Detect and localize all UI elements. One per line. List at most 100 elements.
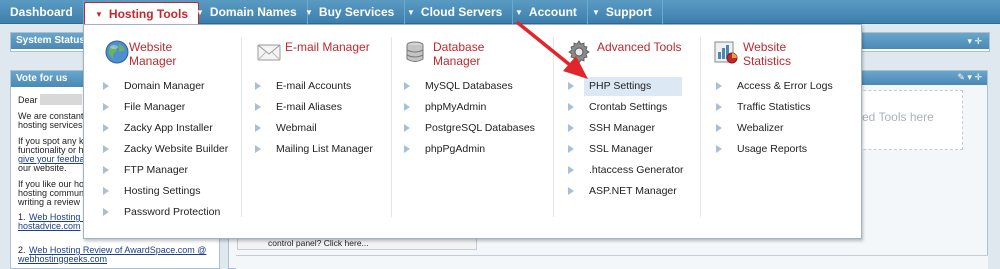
item-arrow-icon: [568, 124, 574, 132]
hosting-tools-dropdown: Website Manager Domain Manager File Mana…: [83, 24, 862, 239]
menu-item-domain-manager[interactable]: Domain Manager: [103, 77, 209, 96]
menu-item-mailing-list-manager[interactable]: Mailing List Manager: [255, 140, 377, 159]
column-divider: [700, 37, 701, 217]
review-line-3: writing a review: [18, 197, 81, 207]
item-arrow-icon: [716, 145, 722, 153]
website-manager-column: Website Manager Domain Manager File Mana…: [103, 25, 244, 240]
nav-domain-names-label: Domain Names: [209, 5, 297, 19]
system-status-title: System Status: [16, 35, 85, 46]
item-arrow-icon: [716, 103, 722, 111]
database-icon: [406, 41, 424, 62]
menu-item-webalizer[interactable]: Webalizer: [716, 119, 788, 138]
nav-domain-names[interactable]: ▼ Domain Names: [186, 0, 308, 24]
menu-item-label: Traffic Statistics: [737, 98, 815, 117]
email-manager-title: E-mail Manager: [285, 40, 370, 54]
item-arrow-icon: [568, 103, 574, 111]
item-arrow-icon: [404, 145, 410, 153]
menu-item-ssh-manager[interactable]: SSH Manager: [568, 119, 659, 138]
menu-item-email-accounts[interactable]: E-mail Accounts: [255, 77, 356, 96]
nav-buy-services-label: Buy Services: [318, 5, 395, 19]
item-arrow-icon: [568, 166, 574, 174]
dropdown-triangle-icon: ▼: [515, 8, 523, 17]
column-divider: [241, 37, 242, 217]
menu-item-ftp-manager[interactable]: FTP Manager: [103, 161, 192, 180]
menu-item-aspnet-manager[interactable]: ASP.NET Manager: [568, 182, 681, 201]
database-manager-title: Database Manager: [433, 40, 485, 68]
tools-dropzone-hint: ed Tools here: [862, 110, 934, 124]
menu-item-label: Zacky Website Builder: [124, 140, 233, 159]
menu-item-usage-reports[interactable]: Usage Reports: [716, 140, 812, 159]
menu-item-postgresql-databases[interactable]: PostgreSQL Databases: [404, 119, 539, 138]
nav-dashboard[interactable]: Dashboard: [0, 0, 84, 24]
column-divider: [391, 37, 392, 217]
redacted-username: [40, 94, 82, 105]
item-arrow-icon: [716, 82, 722, 90]
review-link-2-domain[interactable]: webhostinggeeks.com: [18, 254, 107, 264]
website-manager-title: Website Manager: [129, 40, 177, 68]
menu-item-label: FTP Manager: [124, 161, 192, 180]
menu-item-label: .htaccess Generator: [589, 161, 688, 180]
nav-dashboard-label: Dashboard: [10, 5, 73, 19]
item-arrow-icon: [103, 82, 109, 90]
nav-hosting-tools[interactable]: ▼ Hosting Tools: [84, 2, 200, 24]
menu-item-hosting-settings[interactable]: Hosting Settings: [103, 182, 205, 201]
menu-item-label: Webmail: [276, 119, 321, 138]
item-arrow-icon: [404, 124, 410, 132]
menu-item-label: phpMyAdmin: [425, 98, 491, 117]
menu-item-crontab-settings[interactable]: Crontab Settings: [568, 98, 672, 117]
database-manager-column: Database Manager MySQL Databases phpMyAd…: [402, 25, 552, 240]
status-panel-controls[interactable]: ▾ ✛: [862, 36, 982, 47]
item-arrow-icon: [255, 124, 261, 132]
nav-cloud-servers-label: Cloud Servers: [420, 5, 503, 19]
advanced-tools-column: Advanced Tools PHP Settings Crontab Sett…: [564, 25, 704, 240]
dropdown-triangle-icon: ▼: [196, 8, 204, 17]
menu-item-password-protection[interactable]: Password Protection: [103, 203, 225, 222]
menu-item-label: File Manager: [124, 98, 190, 117]
menu-item-zacky-website-builder[interactable]: Zacky Website Builder: [103, 140, 233, 159]
nav-buy-services[interactable]: ▼ Buy Services: [295, 0, 406, 24]
item-arrow-icon: [568, 82, 574, 90]
menu-item-label: ASP.NET Manager: [589, 182, 681, 201]
menu-item-access-error-logs[interactable]: Access & Error Logs: [716, 77, 837, 96]
nav-account-label: Account: [528, 5, 577, 19]
item-arrow-icon: [255, 145, 261, 153]
menu-item-mysql-databases[interactable]: MySQL Databases: [404, 77, 517, 96]
menu-item-label: Domain Manager: [124, 77, 209, 96]
menu-item-label: Usage Reports: [737, 140, 812, 159]
statistics-icon: [714, 41, 738, 64]
dropdown-triangle-icon: ▼: [95, 10, 103, 19]
envelope-icon: [257, 44, 281, 61]
menu-item-email-aliases[interactable]: E-mail Aliases: [255, 98, 346, 117]
menu-item-zacky-app-installer[interactable]: Zacky App Installer: [103, 119, 217, 138]
menu-item-file-manager[interactable]: File Manager: [103, 98, 190, 117]
column-divider: [553, 37, 554, 217]
menu-item-label: Crontab Settings: [589, 98, 672, 117]
dropdown-triangle-icon: ▼: [407, 8, 415, 17]
menu-item-label: E-mail Accounts: [276, 77, 356, 96]
item-arrow-icon: [404, 82, 410, 90]
panel-controls[interactable]: ✎ ▾ ✛: [862, 72, 982, 83]
top-navigation-bar: Dashboard ▼ Hosting Tools ▼ Domain Names ▼…: [0, 0, 1000, 24]
menu-item-phpmyadmin[interactable]: phpMyAdmin: [404, 98, 491, 117]
menu-item-htaccess-generator[interactable]: .htaccess Generator: [568, 161, 688, 180]
dropdown-triangle-icon: ▼: [592, 8, 600, 17]
item-arrow-icon: [103, 208, 109, 216]
menu-item-webmail[interactable]: Webmail: [255, 119, 321, 138]
nav-support[interactable]: ▼ Support: [582, 0, 663, 24]
menu-item-ssl-manager[interactable]: SSL Manager: [568, 140, 657, 159]
nav-account[interactable]: ▼ Account: [505, 0, 588, 24]
menu-item-traffic-statistics[interactable]: Traffic Statistics: [716, 98, 815, 117]
dear-text: Dear: [18, 95, 38, 105]
menu-item-label: Password Protection: [124, 203, 225, 222]
menu-item-label: E-mail Aliases: [276, 98, 346, 117]
item-arrow-icon: [255, 103, 261, 111]
email-manager-column: E-mail Manager E-mail Accounts E-mail Al…: [255, 25, 396, 240]
website-statistics-column: Website Statistics Access & Error Logs T…: [712, 25, 857, 240]
review-link-1-domain[interactable]: hostadvice.com: [18, 221, 81, 231]
menu-item-phppgadmin[interactable]: phpPgAdmin: [404, 140, 490, 159]
globe-icon: [105, 40, 129, 64]
menu-item-php-settings[interactable]: PHP Settings: [568, 77, 682, 96]
item-arrow-icon: [568, 145, 574, 153]
nav-cloud-servers[interactable]: ▼ Cloud Servers: [397, 0, 514, 24]
item-arrow-icon: [103, 103, 109, 111]
